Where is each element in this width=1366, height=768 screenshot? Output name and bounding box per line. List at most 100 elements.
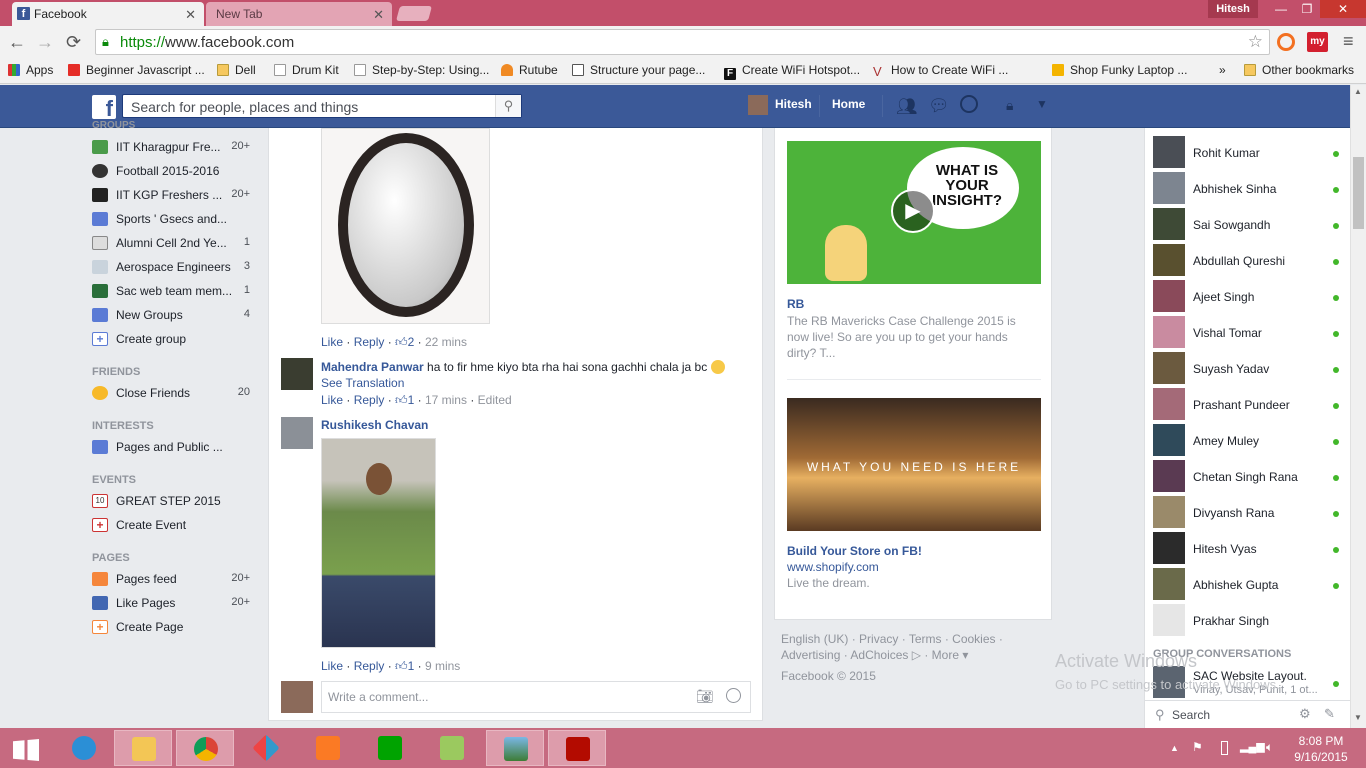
chat-friend[interactable]: Abhishek Gupta	[1153, 568, 1343, 602]
chat-friend[interactable]: Hitesh Vyas	[1153, 532, 1343, 566]
chat-friend[interactable]: Vishal Tomar	[1153, 316, 1343, 350]
flag-icon[interactable]: ⚑	[1192, 740, 1203, 754]
bookmark-star-icon[interactable]: ☆	[1248, 32, 1263, 52]
nav-pages-feed[interactable]: Pages feed 20+	[92, 570, 262, 590]
compose-icon[interactable]: ✎	[1324, 706, 1335, 722]
signal-bars-icon[interactable]: ▂▄▆	[1240, 740, 1265, 753]
comment-input[interactable]: Write a comment... 📷︎	[321, 681, 751, 713]
bookmark-item[interactable]: Shop Funky Laptop ...	[1052, 63, 1187, 77]
bookmark-item[interactable]: Drum Kit	[274, 63, 339, 77]
chat-friend[interactable]: Sai Sowgandh	[1153, 208, 1343, 242]
scroll-down-icon[interactable]: ▼	[1354, 713, 1362, 722]
bookmark-item[interactable]: Dell	[217, 63, 256, 77]
nav-group-item[interactable]: New Groups 4	[92, 306, 262, 326]
tab-new-tab[interactable]: New Tab ✕	[206, 2, 392, 26]
taskbar-store[interactable]	[361, 730, 419, 766]
ad-title[interactable]: RB	[787, 297, 804, 311]
taskbar-photos[interactable]	[486, 730, 544, 766]
bookmark-item[interactable]: V How to Create WiFi ...	[873, 63, 1008, 79]
footer-link[interactable]: AdChoices	[850, 648, 908, 662]
profile-link[interactable]: Hitesh	[775, 97, 812, 111]
like-count[interactable]: 2	[408, 335, 415, 349]
footer-link[interactable]: Cookies	[952, 632, 995, 646]
footer-link[interactable]: Terms	[909, 632, 942, 646]
nav-group-item[interactable]: Football 2015-2016	[92, 162, 262, 182]
privacy-lock-icon[interactable]: 🔒︎	[1006, 97, 1013, 114]
extension-ring-icon[interactable]	[1277, 33, 1295, 51]
create-page-link[interactable]: + Create Page	[92, 618, 262, 638]
nav-like-pages[interactable]: Like Pages 20+	[92, 594, 262, 614]
like-link[interactable]: Like	[321, 659, 343, 673]
account-menu-icon[interactable]: ▼	[1036, 97, 1048, 111]
home-link[interactable]: Home	[832, 97, 865, 111]
close-window-icon[interactable]: ✕	[1320, 0, 1366, 18]
like-count[interactable]: 1	[408, 659, 415, 673]
camera-icon[interactable]: 📷︎	[696, 688, 714, 705]
page-scrollbar[interactable]: ▲ ▼	[1350, 85, 1366, 728]
chat-friend[interactable]: Abhishek Sinha	[1153, 172, 1343, 206]
emoji-picker-icon[interactable]	[726, 688, 741, 703]
messages-icon[interactable]: 💬︎	[928, 96, 950, 116]
extension-my-icon[interactable]: my	[1307, 32, 1328, 52]
battery-icon[interactable]	[1221, 741, 1228, 755]
reply-link[interactable]: Reply	[354, 393, 385, 407]
ad-image-insight[interactable]: WHAT IS YOUR INSIGHT? ▶	[787, 141, 1041, 284]
reply-link[interactable]: Reply	[354, 335, 385, 349]
footer-more-link[interactable]: More	[932, 648, 959, 662]
taskbar-app[interactable]	[237, 730, 295, 766]
other-bookmarks[interactable]: Other bookmarks	[1244, 63, 1354, 77]
mirror-photo[interactable]	[321, 128, 490, 324]
scroll-up-icon[interactable]: ▲	[1354, 87, 1362, 96]
create-event-link[interactable]: + Create Event	[92, 516, 262, 536]
comment-author[interactable]: Mahendra Panwar	[321, 360, 424, 374]
forward-icon[interactable]: →	[36, 32, 54, 53]
see-translation-link[interactable]: See Translation	[321, 376, 404, 390]
start-button[interactable]	[0, 730, 58, 766]
person-photo[interactable]	[321, 438, 436, 648]
chat-friend[interactable]: Prakhar Singh	[1153, 604, 1343, 638]
tray-expand-icon[interactable]: ▲	[1170, 743, 1179, 753]
nav-group-item[interactable]: Sports ' Gsecs and...	[92, 210, 262, 230]
create-group-link[interactable]: + Create group	[92, 330, 262, 350]
avatar[interactable]	[281, 358, 313, 390]
scrollbar-thumb[interactable]	[1353, 157, 1364, 229]
bookmark-item[interactable]: F Create WiFi Hotspot...	[724, 63, 860, 80]
chat-search-bar[interactable]: ⚲ Search ⚙ ✎	[1145, 700, 1351, 728]
like-link[interactable]: Like	[321, 393, 343, 407]
taskbar-xampp[interactable]	[299, 730, 357, 766]
bookmarks-overflow[interactable]: »	[1219, 63, 1226, 77]
tab-close-icon[interactable]: ✕	[185, 7, 196, 23]
nav-pages-public[interactable]: Pages and Public ...	[92, 438, 262, 458]
chat-friend[interactable]: Abdullah Qureshi	[1153, 244, 1343, 278]
chat-friend[interactable]: Prashant Pundeer	[1153, 388, 1343, 422]
comment-author[interactable]: Rushikesh Chavan	[321, 418, 428, 432]
search-input[interactable]: Search for people, places and things ⚲	[122, 94, 522, 118]
like-count[interactable]: 1	[408, 393, 415, 407]
minimize-icon[interactable]: —	[1268, 0, 1294, 18]
bookmark-item[interactable]: Step-by-Step: Using...	[354, 63, 489, 77]
new-tab-button[interactable]	[395, 6, 433, 21]
nav-group-item[interactable]: IIT KGP Freshers ... 20+	[92, 186, 262, 206]
speaker-icon[interactable]: 🔈︎	[1266, 740, 1273, 755]
ad-title[interactable]: Build Your Store on FB!	[787, 544, 922, 558]
bookmark-item[interactable]: Rutube	[501, 63, 558, 77]
chat-friend[interactable]: Suyash Yadav	[1153, 352, 1343, 386]
back-icon[interactable]: ←	[8, 32, 26, 53]
nav-group-item[interactable]: Sac web team mem... 1	[92, 282, 262, 302]
friend-requests-icon[interactable]: 👥︎	[896, 97, 918, 117]
avatar[interactable]	[281, 417, 313, 449]
chat-friend[interactable]: Chetan Singh Rana	[1153, 460, 1343, 494]
footer-link[interactable]: English (UK)	[781, 632, 848, 646]
chat-friend[interactable]: Amey Muley	[1153, 424, 1343, 458]
chrome-menu-icon[interactable]: ≡	[1343, 31, 1354, 52]
reload-icon[interactable]: ⟳	[66, 32, 81, 53]
bookmark-item[interactable]: Structure your page...	[572, 63, 705, 77]
window-profile-badge[interactable]: Hitesh	[1208, 0, 1258, 18]
nav-group-item[interactable]: Alumni Cell 2nd Ye... 1	[92, 234, 262, 254]
tab-close-icon[interactable]: ✕	[373, 7, 384, 23]
facebook-logo-icon[interactable]: f	[92, 95, 116, 121]
ad-image-store[interactable]: WHAT YOU NEED IS HERE	[787, 398, 1041, 531]
play-video-icon[interactable]: ▶	[891, 189, 935, 233]
address-bar[interactable]: 🔒︎ https://www.facebook.com ☆	[95, 29, 1270, 55]
bookmark-item[interactable]: Beginner Javascript ...	[68, 63, 205, 77]
